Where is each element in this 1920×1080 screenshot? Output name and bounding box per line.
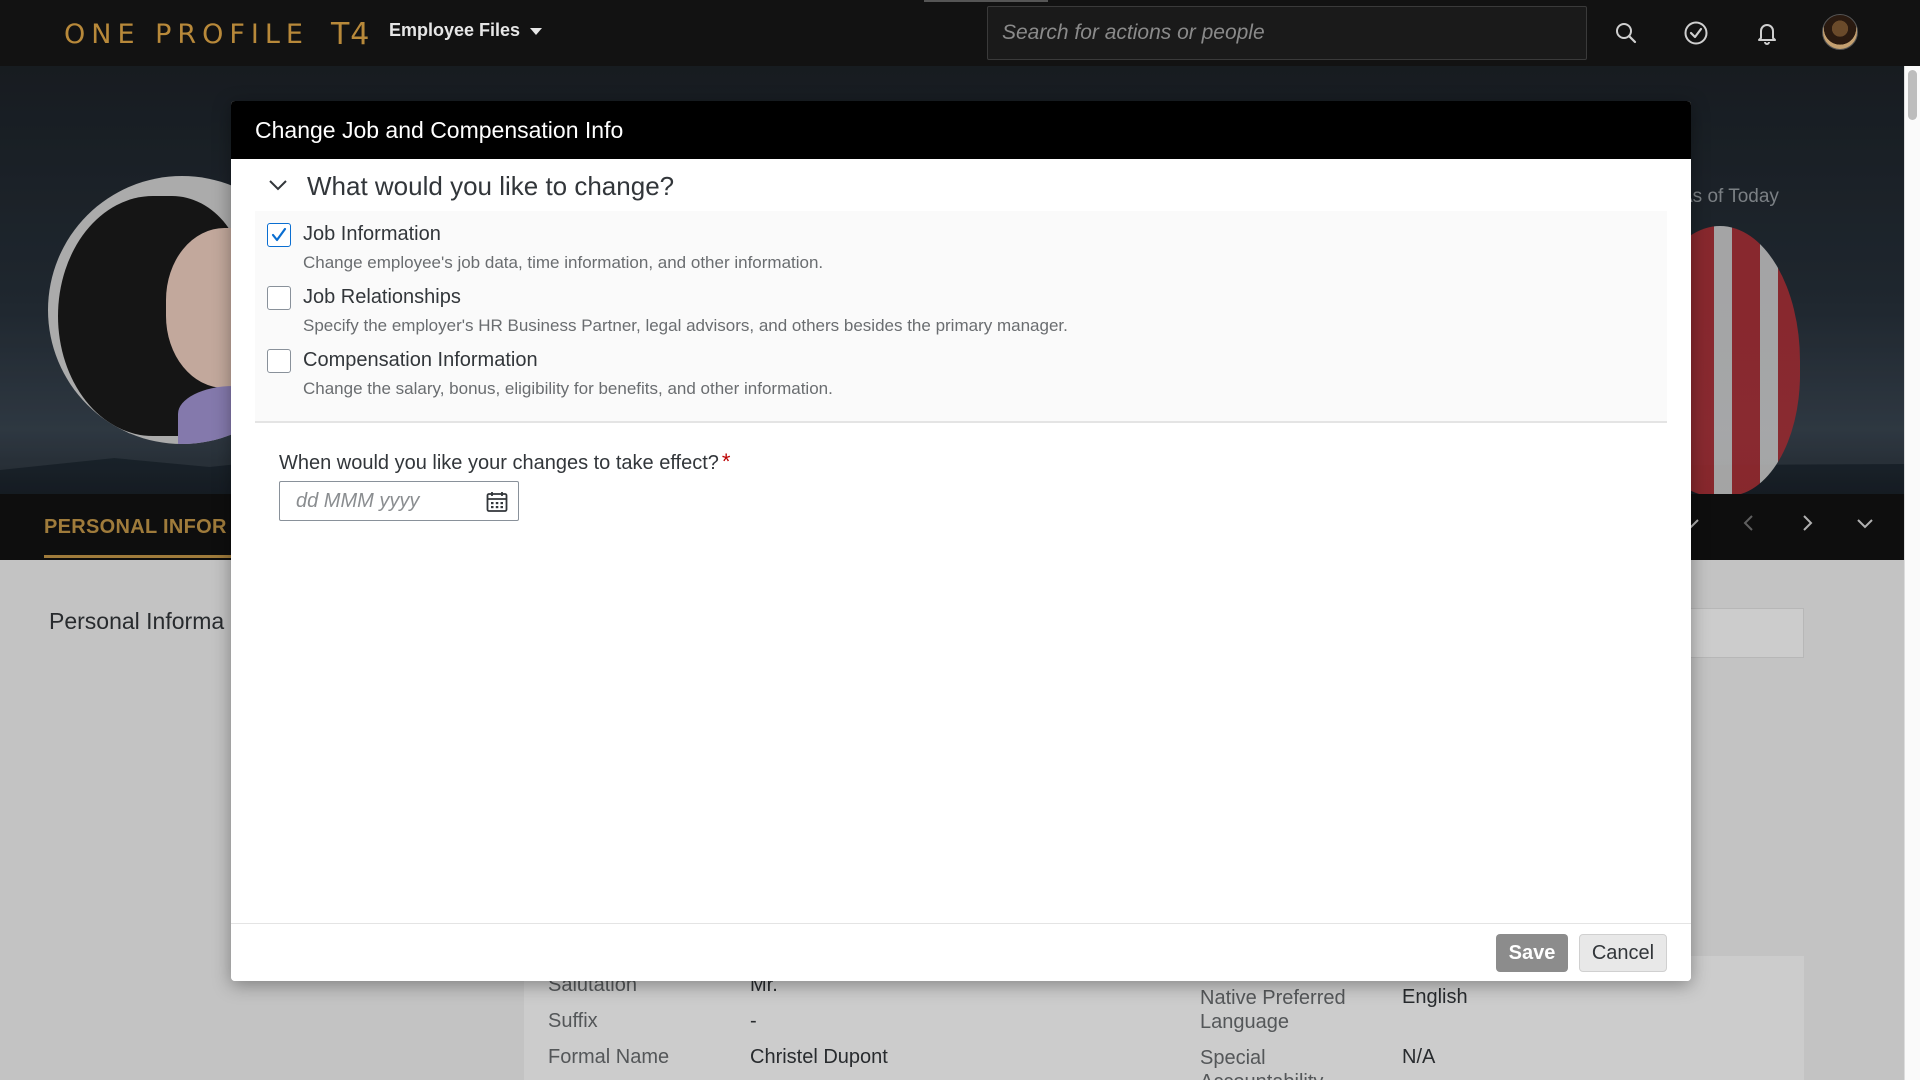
global-search[interactable] xyxy=(987,6,1587,60)
option-label[interactable]: Job Information xyxy=(303,223,441,246)
shell-bar: ONE PROFILE T4 Employee Files xyxy=(0,0,1920,66)
dialog-title: Change Job and Compensation Info xyxy=(255,117,624,143)
dialog-header: Change Job and Compensation Info xyxy=(231,101,1691,159)
effective-date-input[interactable] xyxy=(280,482,480,520)
option-description: Change employee's job data, time informa… xyxy=(303,253,824,272)
checkmark-icon xyxy=(271,227,287,242)
top-divider xyxy=(924,0,1048,2)
compensation-information-checkbox[interactable] xyxy=(267,349,291,373)
option-label[interactable]: Job Relationships xyxy=(303,286,461,309)
save-button[interactable]: Save xyxy=(1496,934,1568,972)
option-description: Change the salary, bonus, eligibility fo… xyxy=(303,379,833,398)
change-options-panel: Job Information Change employee's job da… xyxy=(255,211,1667,423)
required-marker: * xyxy=(721,449,731,474)
chevron-down-icon xyxy=(267,173,289,200)
bell-icon[interactable] xyxy=(1752,18,1782,48)
option-label[interactable]: Compensation Information xyxy=(303,349,538,372)
effective-date-picker[interactable] xyxy=(279,481,519,521)
dialog-content: What would you like to change? Job Infor… xyxy=(231,159,1691,923)
checkmark-circle-icon[interactable] xyxy=(1681,18,1711,48)
page-scrollbar[interactable] xyxy=(1904,66,1920,1080)
effective-date-label: When would you like your changes to take… xyxy=(279,449,730,475)
effective-date-label-text: When would you like your changes to take… xyxy=(279,452,719,474)
company-logo[interactable]: ONE PROFILE T4 xyxy=(64,14,370,54)
section-heading: What would you like to change? xyxy=(307,171,675,201)
cancel-button[interactable]: Cancel xyxy=(1579,934,1667,972)
job-information-checkbox[interactable] xyxy=(267,223,291,247)
calendar-icon[interactable] xyxy=(484,489,510,515)
employee-files-label: Employee Files xyxy=(389,20,521,40)
logo-suffix: T4 xyxy=(330,16,371,52)
logo-text: ONE PROFILE xyxy=(64,18,309,50)
search-icon[interactable] xyxy=(1611,18,1641,48)
change-job-dialog: Change Job and Compensation Info What wo… xyxy=(231,101,1691,981)
dialog-footer: Save Cancel xyxy=(231,923,1691,981)
caret-down-icon xyxy=(530,28,543,35)
search-input[interactable] xyxy=(988,7,1586,59)
job-relationships-checkbox[interactable] xyxy=(267,286,291,310)
scrollbar-thumb[interactable] xyxy=(1908,70,1917,120)
employee-files-menu[interactable]: Employee Files xyxy=(389,20,543,41)
user-avatar[interactable] xyxy=(1822,14,1858,50)
section-toggle[interactable]: What would you like to change? xyxy=(267,171,674,202)
option-description: Specify the employer's HR Business Partn… xyxy=(303,316,1068,335)
